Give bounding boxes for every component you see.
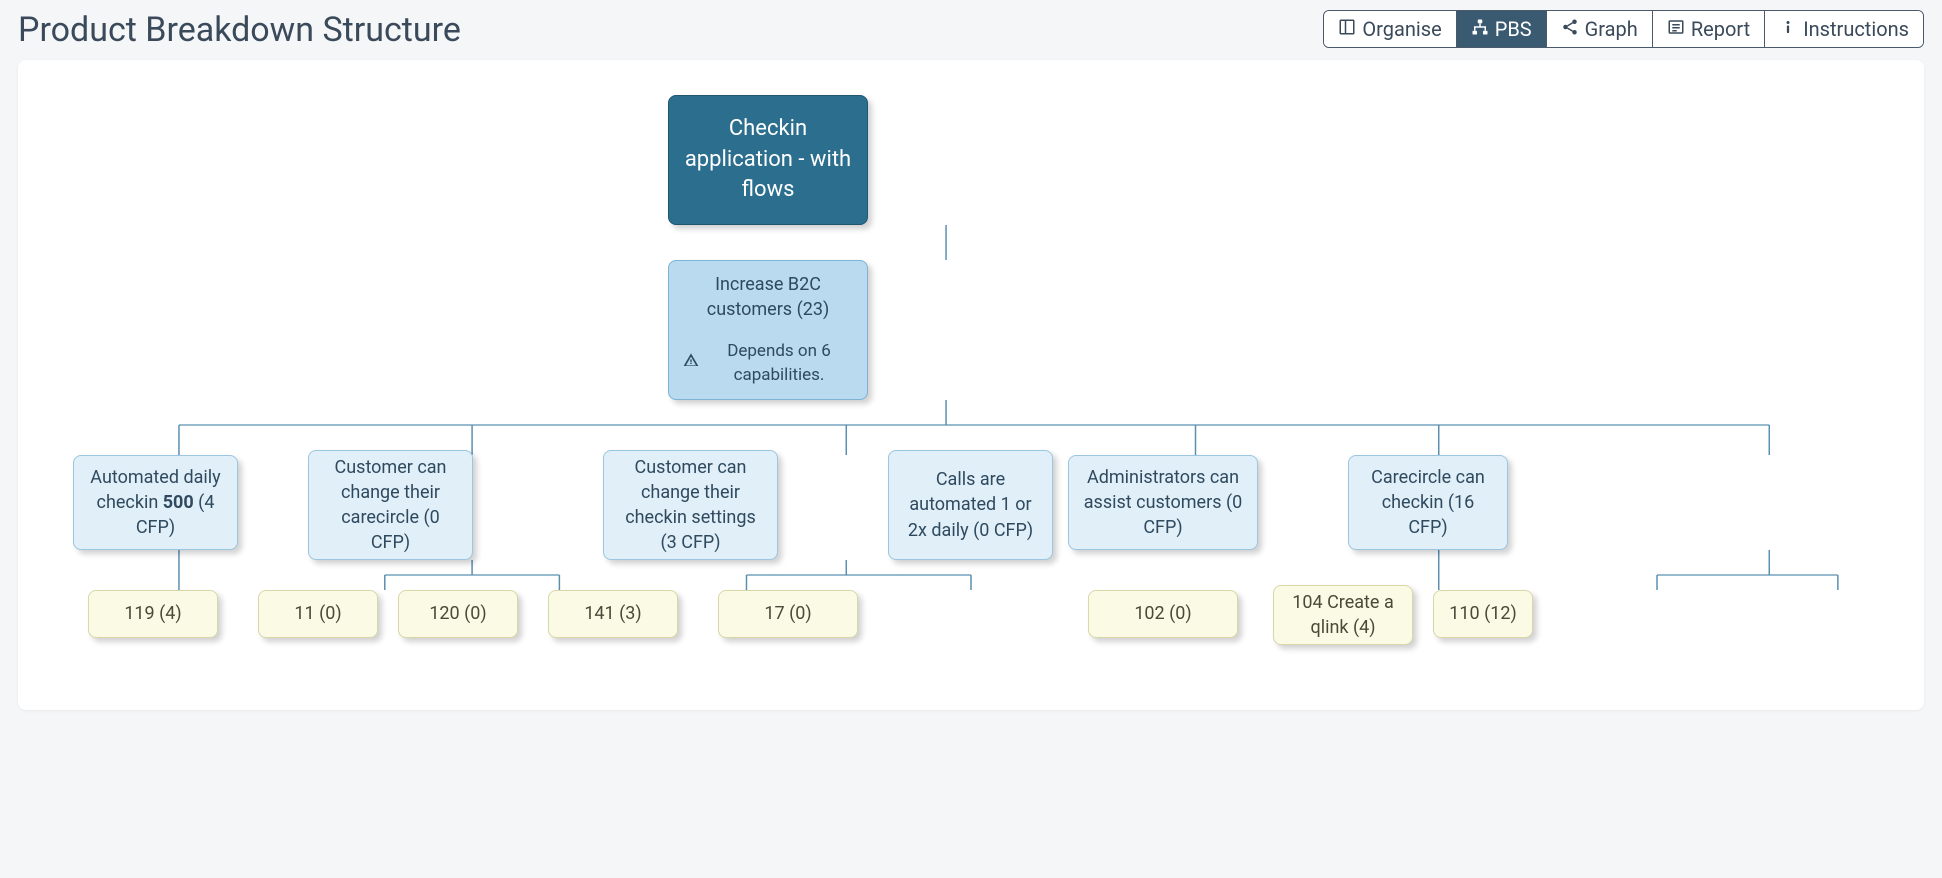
node-cap-change-settings[interactable]: Customer can change their checkin settin…	[603, 450, 778, 560]
node-leaf-17[interactable]: 17 (0)	[718, 590, 858, 638]
warning-text: Depends on 6 capabilities.	[705, 340, 853, 388]
node-label: Customer can change their carecircle (0 …	[323, 455, 458, 556]
node-leaf-104[interactable]: 104 Create a qlink (4)	[1273, 585, 1413, 645]
node-label: 11 (0)	[294, 601, 341, 626]
node-label: Carecircle can checkin (16 CFP)	[1363, 465, 1493, 541]
node-leaf-110[interactable]: 110 (12)	[1433, 590, 1533, 638]
node-label: Customer can change their checkin settin…	[618, 455, 763, 556]
list-icon	[1667, 17, 1685, 41]
tab-graph[interactable]: Graph	[1547, 11, 1653, 47]
node-leaf-120[interactable]: 120 (0)	[398, 590, 518, 638]
tab-instructions[interactable]: Instructions	[1765, 11, 1923, 47]
node-label: Administrators can assist customers (0 C…	[1083, 465, 1243, 541]
tab-pbs[interactable]: PBS	[1457, 11, 1547, 47]
node-label: 141 (3)	[584, 601, 641, 626]
warning-row: Depends on 6 capabilities.	[683, 340, 853, 388]
tab-report[interactable]: Report	[1653, 11, 1765, 47]
tab-label: Graph	[1585, 17, 1638, 41]
node-label: Checkin application - with flows	[683, 114, 853, 206]
panel-icon	[1338, 17, 1356, 41]
node-label: Increase B2C customers (23)	[683, 272, 853, 322]
diagram-canvas: Checkin application - with flows Increas…	[18, 60, 1924, 710]
warning-icon	[683, 352, 699, 376]
hierarchy-icon	[1471, 17, 1489, 41]
node-label: 120 (0)	[429, 601, 486, 626]
node-label: 102 (0)	[1134, 601, 1191, 626]
share-icon	[1561, 17, 1579, 41]
node-cap-admin-assist[interactable]: Administrators can assist customers (0 C…	[1068, 455, 1258, 550]
tab-label: Report	[1691, 17, 1750, 41]
node-leaf-119[interactable]: 119 (4)	[88, 590, 218, 638]
node-leaf-102[interactable]: 102 (0)	[1088, 590, 1238, 638]
node-leaf-141[interactable]: 141 (3)	[548, 590, 678, 638]
tab-organise[interactable]: Organise	[1324, 11, 1456, 47]
node-goal[interactable]: Increase B2C customers (23) Depends on 6…	[668, 260, 868, 400]
tab-group: Organise PBS Graph Report Instructions	[1323, 10, 1924, 48]
node-cap-calls-automated[interactable]: Calls are automated 1 or 2x daily (0 CFP…	[888, 450, 1053, 560]
node-label: Automated daily checkin 500 (4 CFP)	[88, 465, 223, 541]
node-cap-change-carecircle[interactable]: Customer can change their carecircle (0 …	[308, 450, 473, 560]
node-cap-carecircle-checkin[interactable]: Carecircle can checkin (16 CFP)	[1348, 455, 1508, 550]
node-cap-automated-checkin[interactable]: Automated daily checkin 500 (4 CFP)	[73, 455, 238, 550]
node-label: 110 (12)	[1449, 601, 1516, 626]
tab-label: Instructions	[1803, 17, 1909, 41]
tab-label: PBS	[1495, 17, 1532, 41]
info-icon	[1779, 17, 1797, 41]
page-title: Product Breakdown Structure	[18, 10, 461, 50]
node-label: 119 (4)	[124, 601, 181, 626]
node-label: 104 Create a qlink (4)	[1288, 590, 1398, 640]
node-label: 17 (0)	[764, 601, 811, 626]
node-leaf-11[interactable]: 11 (0)	[258, 590, 378, 638]
node-label: Calls are automated 1 or 2x daily (0 CFP…	[903, 467, 1038, 543]
tab-label: Organise	[1362, 17, 1441, 41]
node-root[interactable]: Checkin application - with flows	[668, 95, 868, 225]
